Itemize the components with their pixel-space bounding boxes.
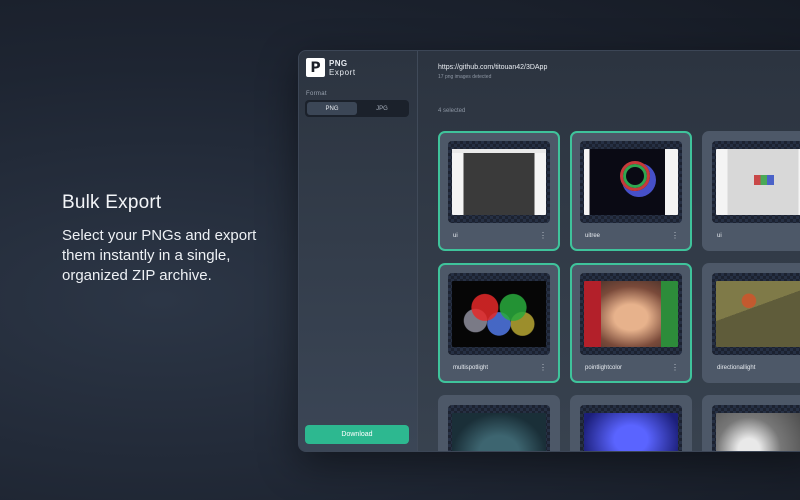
main-panel: https://github.com/titouan42/3DApp 17 pn…: [418, 51, 800, 451]
image-thumbnail: [448, 405, 550, 451]
logo-line1: PNG: [329, 58, 348, 68]
image-card[interactable]: directionallight: [702, 263, 800, 383]
format-label: Format: [306, 91, 327, 97]
format-option-png[interactable]: PNG: [307, 102, 357, 115]
more-vertical-icon[interactable]: ⋮: [539, 363, 547, 372]
format-option-jpg[interactable]: JPG: [357, 102, 407, 115]
logo-line2: Export: [329, 67, 356, 77]
image-thumbnail: [448, 141, 550, 223]
image-thumbnail: [712, 405, 800, 451]
promo-block: Bulk Export Select your PNGs and export …: [62, 192, 292, 286]
detected-count: 17 png images detected: [438, 74, 492, 80]
image-thumbnail: [580, 273, 682, 355]
more-vertical-icon[interactable]: ⋮: [671, 363, 679, 372]
image-label: multispotlight: [453, 365, 489, 371]
image-card[interactable]: ui ⋮: [438, 131, 560, 251]
logo-mark: P: [306, 58, 325, 77]
logo-text: PNG Export: [329, 59, 356, 77]
more-vertical-icon[interactable]: ⋮: [671, 231, 679, 240]
image-card[interactable]: [438, 395, 560, 451]
image-card[interactable]: uitree ⋮: [570, 131, 692, 251]
app-logo: P PNG Export: [306, 58, 356, 77]
format-toggle: PNG JPG: [305, 100, 409, 117]
image-card[interactable]: multispotlight ⋮: [438, 263, 560, 383]
image-card[interactable]: [702, 395, 800, 451]
image-card[interactable]: pointlightcolor ⋮: [570, 263, 692, 383]
image-label: uitree: [585, 233, 601, 239]
promo-text: Select your PNGs and export them instant…: [62, 227, 257, 284]
download-button[interactable]: Download: [305, 425, 409, 444]
image-thumbnail: [712, 141, 800, 223]
repo-url: https://github.com/titouan42/3DApp: [438, 64, 548, 71]
promo-title: Bulk Export: [62, 192, 162, 213]
image-label: ui: [717, 233, 722, 239]
image-thumbnail: [580, 141, 682, 223]
image-thumbnail: [448, 273, 550, 355]
image-card[interactable]: ui: [702, 131, 800, 251]
image-label: directionallight: [717, 365, 756, 371]
image-label: pointlightcolor: [585, 365, 623, 371]
more-vertical-icon[interactable]: ⋮: [539, 231, 547, 240]
image-card[interactable]: [570, 395, 692, 451]
image-thumbnail: [712, 273, 800, 355]
sidebar: P PNG Export Format PNG JPG Download: [299, 51, 418, 451]
app-window: P PNG Export Format PNG JPG Download htt…: [298, 50, 800, 452]
selected-count: 4 selected: [438, 108, 466, 114]
image-thumbnail: [580, 405, 682, 451]
image-label: ui: [453, 233, 458, 239]
